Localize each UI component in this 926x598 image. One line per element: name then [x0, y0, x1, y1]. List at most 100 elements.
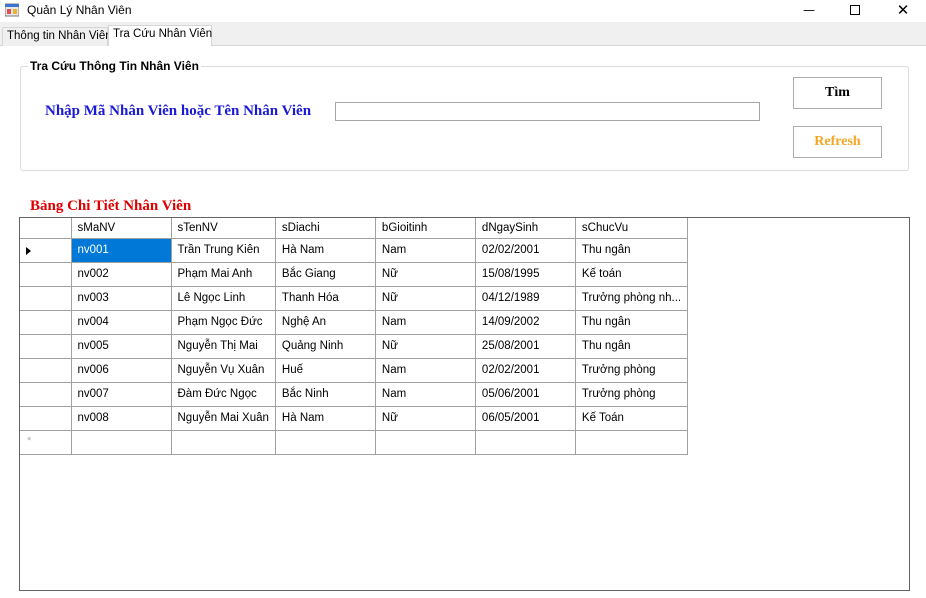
table-cell[interactable]: Phạm Ngọc Đức: [170, 309, 276, 335]
tab-tra-cuu-nhan-vien[interactable]: Tra Cứu Nhân Viên: [108, 25, 212, 47]
column-header[interactable]: sTenNV: [170, 218, 276, 239]
window-title: Quản Lý Nhân Viên: [27, 3, 132, 17]
tab-page-tra-cuu: Tra Cứu Thông Tin Nhân Viên Nhập Mã Nhân…: [0, 46, 926, 598]
table-row[interactable]: nv008 Nguyễn Mai Xuân Hà Nam Nữ 06/05/2001 Kế…: [20, 405, 689, 431]
column-header[interactable]: dNgaySinh: [474, 218, 576, 239]
table-cell[interactable]: Nam: [374, 357, 476, 383]
tab-strip: Thông tin Nhân Viên Tra Cứu Nhân Viên: [0, 22, 926, 47]
table-cell[interactable]: [474, 429, 576, 455]
table-cell[interactable]: Thu ngân: [574, 237, 689, 263]
table-cell[interactable]: [374, 429, 476, 455]
app-icon: [5, 3, 19, 17]
search-label: Nhập Mã Nhân Viên hoặc Tên Nhân Viên: [45, 103, 312, 119]
table-cell[interactable]: Huế: [274, 357, 376, 383]
table-cell[interactable]: 14/09/2002: [474, 309, 576, 335]
table-row[interactable]: nv007 Đàm Đức Ngọc Bắc Ninh Nam 05/06/2001 Tr…: [20, 381, 689, 407]
table-cell[interactable]: 05/06/2001: [474, 381, 576, 407]
table-cell[interactable]: Nữ: [374, 285, 476, 311]
column-header[interactable]: bGioitinh: [374, 218, 476, 239]
new-row-icon: *: [27, 434, 32, 447]
header-row: sMaNV sTenNV sDiachi bGioitinh dNgaySinh…: [20, 218, 689, 239]
table-cell[interactable]: [70, 429, 172, 455]
table-cell[interactable]: Phạm Mai Anh: [170, 261, 276, 287]
table-row[interactable]: nv001 Trần Trung Kiên Hà Nam Nam 02/02/2001 T…: [20, 237, 689, 263]
table-cell[interactable]: 02/02/2001: [474, 237, 576, 263]
table-cell[interactable]: Nữ: [374, 261, 476, 287]
table-cell[interactable]: nv005: [70, 333, 172, 359]
table-cell[interactable]: nv006: [70, 357, 172, 383]
new-row[interactable]: *: [20, 429, 689, 455]
table-cell[interactable]: nv002: [70, 261, 172, 287]
table-cell[interactable]: Bắc Giang: [274, 261, 376, 287]
table-cell[interactable]: Trưởng phòng: [574, 357, 689, 383]
table-cell[interactable]: Đàm Đức Ngọc: [170, 381, 276, 407]
employee-table: sMaNV sTenNV sDiachi bGioitinh dNgaySinh…: [20, 218, 689, 455]
table-row[interactable]: nv004 Phạm Ngọc Đức Nghệ An Nam 14/09/2002 Th…: [20, 309, 689, 335]
table-cell[interactable]: Nam: [374, 309, 476, 335]
row-header[interactable]: *: [20, 429, 72, 455]
table-cell[interactable]: Kế Toán: [574, 405, 689, 431]
row-header[interactable]: [20, 333, 72, 359]
row-header[interactable]: [20, 309, 72, 335]
row-header[interactable]: [20, 381, 72, 407]
table-cell[interactable]: Nguyễn Mai Xuân: [170, 405, 276, 431]
table-cell[interactable]: Hà Nam: [274, 405, 376, 431]
table-cell[interactable]: Nữ: [374, 333, 476, 359]
table-cell[interactable]: Thu ngân: [574, 309, 689, 335]
table-cell[interactable]: Quảng Ninh: [274, 333, 376, 359]
column-header[interactable]: sChucVu: [574, 218, 689, 239]
table-cell[interactable]: 04/12/1989: [474, 285, 576, 311]
table-cell[interactable]: Nguyễn Thị Mai: [170, 333, 276, 359]
table-cell[interactable]: [274, 429, 376, 455]
table-cell[interactable]: Nam: [374, 381, 476, 407]
table-cell[interactable]: Kế toán: [574, 261, 689, 287]
column-header[interactable]: sDiachi: [274, 218, 376, 239]
table-cell[interactable]: [574, 429, 689, 455]
table-cell[interactable]: nv001: [70, 237, 172, 263]
table-cell[interactable]: 25/08/2001: [474, 333, 576, 359]
table-row[interactable]: nv002 Phạm Mai Anh Bắc Giang Nữ 15/08/1995 Kế…: [20, 261, 689, 287]
table-cell[interactable]: Trần Trung Kiên: [170, 237, 276, 263]
table-row[interactable]: nv005 Nguyễn Thị Mai Quảng Ninh Nữ 25/08/200…: [20, 333, 689, 359]
table-cell[interactable]: 02/02/2001: [474, 357, 576, 383]
table-cell[interactable]: Lê Ngọc Linh: [170, 285, 276, 311]
table-cell[interactable]: Thanh Hóa: [274, 285, 376, 311]
table-cell[interactable]: Nghệ An: [274, 309, 376, 335]
table-cell[interactable]: Trưởng phòng: [574, 381, 689, 407]
maximize-icon[interactable]: [832, 0, 878, 20]
table-row[interactable]: nv006 Nguyễn Vụ Xuân Huế Nam 02/02/2001 Trưởn…: [20, 357, 689, 383]
refresh-button[interactable]: Refresh: [793, 126, 882, 158]
search-input[interactable]: [335, 102, 760, 121]
table-cell[interactable]: 15/08/1995: [474, 261, 576, 287]
table-cell[interactable]: nv008: [70, 405, 172, 431]
row-header[interactable]: [20, 261, 72, 287]
row-header[interactable]: [20, 285, 72, 311]
table-cell[interactable]: Hà Nam: [274, 237, 376, 263]
table-cell[interactable]: nv007: [70, 381, 172, 407]
minimize-icon[interactable]: —: [786, 0, 832, 20]
table-cell[interactable]: Thu ngân: [574, 333, 689, 359]
table-cell[interactable]: nv003: [70, 285, 172, 311]
row-header[interactable]: [20, 237, 72, 263]
table-cell[interactable]: Bắc Ninh: [274, 381, 376, 407]
employee-datagrid[interactable]: sMaNV sTenNV sDiachi bGioitinh dNgaySinh…: [19, 217, 910, 591]
table-row[interactable]: nv003 Lê Ngọc Linh Thanh Hóa Nữ 04/12/1989 Tr…: [20, 285, 689, 311]
table-cell[interactable]: Nam: [374, 237, 476, 263]
table-cell[interactable]: 06/05/2001: [474, 405, 576, 431]
close-icon[interactable]: ✕: [880, 0, 926, 20]
tab-thong-tin-nhan-vien[interactable]: Thông tin Nhân Viên: [2, 27, 112, 46]
search-groupbox-title: Tra Cứu Thông Tin Nhân Viên: [28, 59, 201, 73]
table-cell[interactable]: nv004: [70, 309, 172, 335]
grid-title: Bảng Chi Tiết Nhân Viên: [30, 198, 192, 214]
table-cell[interactable]: Trưởng phòng nh...: [574, 285, 689, 311]
table-cell[interactable]: Nguyễn Vụ Xuân: [170, 357, 276, 383]
table-cell[interactable]: [170, 429, 276, 455]
title-bar: Quản Lý Nhân Viên — ✕: [0, 0, 926, 22]
current-row-arrow-icon: [26, 246, 31, 255]
row-header[interactable]: [20, 405, 72, 431]
row-header-corner: [20, 218, 72, 239]
row-header[interactable]: [20, 357, 72, 383]
table-cell[interactable]: Nữ: [374, 405, 476, 431]
find-button[interactable]: Tìm: [793, 77, 882, 109]
column-header[interactable]: sMaNV: [70, 218, 172, 239]
